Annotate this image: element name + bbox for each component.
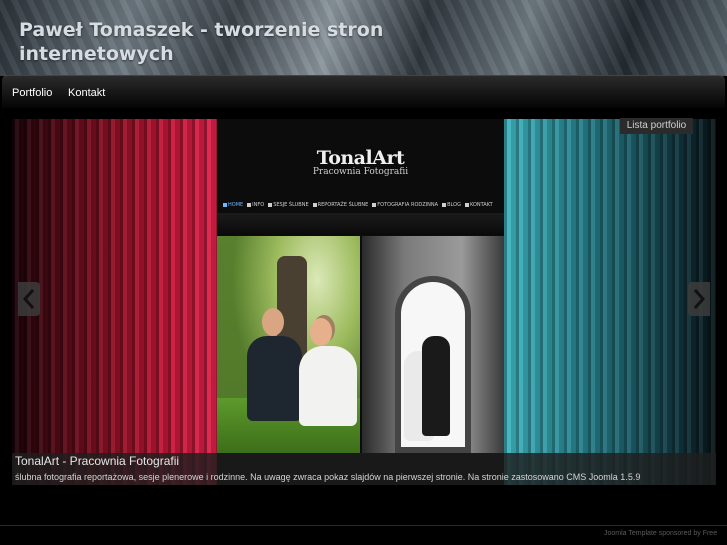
next-slide-button[interactable] xyxy=(688,282,710,316)
footer-divider xyxy=(0,525,727,526)
previous-slide-button[interactable] xyxy=(18,282,40,316)
nav-item-kontakt[interactable]: Kontakt xyxy=(68,87,105,99)
slide-caption-title: TonalArt - Pracownia Fotografii xyxy=(15,454,180,468)
site-title[interactable]: Paweł Tomaszek - tworzenie stron interne… xyxy=(19,18,439,66)
wedding-photo-outdoor xyxy=(217,236,360,453)
preview-menu-item: REPORTAŻE ŚLUBNE xyxy=(313,202,369,208)
portfolio-slideshow[interactable]: TonalArt Pracownia Fotografii HOME INFO … xyxy=(12,119,716,485)
preview-menu-item: HOME xyxy=(223,202,243,208)
preview-menu-item: SESJE ŚLUBNE xyxy=(268,202,308,208)
preview-menu-item: INFO xyxy=(247,202,264,208)
preview-menu-item: KONTAKT xyxy=(465,202,493,208)
site-header: Paweł Tomaszek - tworzenie stron interne… xyxy=(0,0,727,76)
footer-sponsor-text: Joomla Template sponsored by Free xyxy=(604,530,718,537)
preview-brand-subtitle: Pracownia Fotografii xyxy=(312,167,409,177)
wedding-photo-doorway xyxy=(362,236,504,453)
slide-caption-description: ślubna fotografia reportażowa, sesje ple… xyxy=(15,472,641,482)
curtain-background-right xyxy=(504,119,716,485)
nav-item-portfolio[interactable]: Portfolio xyxy=(12,87,52,99)
preview-header-band xyxy=(217,213,504,235)
curtain-background-left xyxy=(12,119,217,485)
preview-menu-item: FOTOGRAFIA RODZINNA xyxy=(372,202,438,208)
preview-brand-title: TonalArt xyxy=(316,147,405,169)
site-preview-image[interactable]: TonalArt Pracownia Fotografii HOME INFO … xyxy=(217,119,504,453)
main-navigation: Portfolio Kontakt xyxy=(2,75,725,108)
preview-menu: HOME INFO SESJE ŚLUBNE REPORTAŻE ŚLUBNE … xyxy=(223,202,493,208)
slide-caption: TonalArt - Pracownia Fotografii ślubna f… xyxy=(12,453,716,485)
preview-menu-item: BLOG xyxy=(442,202,461,208)
portfolio-list-button[interactable]: Lista portfolio xyxy=(620,118,693,134)
chevron-left-icon xyxy=(23,289,35,309)
chevron-right-icon xyxy=(693,289,705,309)
